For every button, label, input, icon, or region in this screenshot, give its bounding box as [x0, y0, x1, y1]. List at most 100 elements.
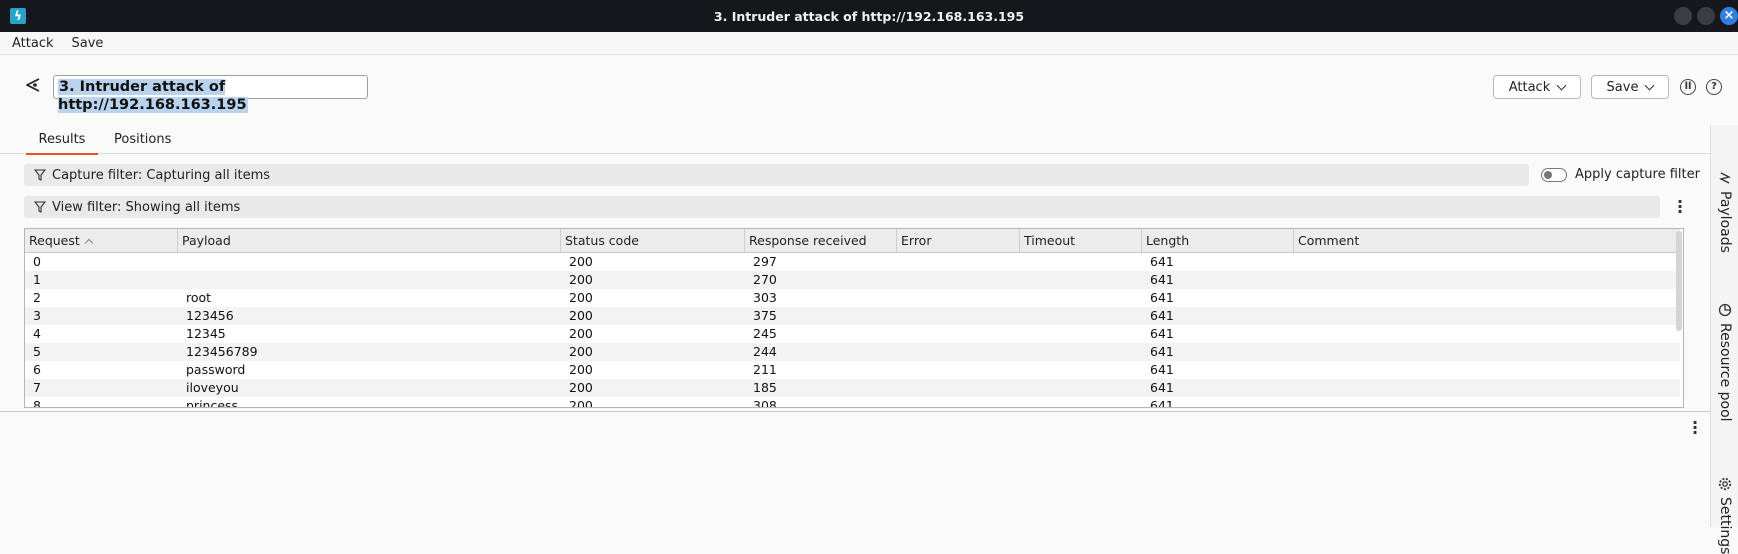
payloads-icon — [1718, 172, 1732, 184]
table-row[interactable]: 8 princess 200 308 641 — [25, 397, 1680, 408]
cell-comment — [1294, 307, 1302, 325]
cell-comment — [1294, 271, 1302, 289]
cell-error — [897, 361, 905, 379]
column-header-comment[interactable]: Comment — [1294, 229, 1680, 253]
cell-timeout — [1020, 343, 1028, 361]
cell-payload — [178, 271, 186, 289]
menu-attack[interactable]: Attack — [12, 36, 54, 51]
right-sidebar: Payloads Resource pool Settings — [1710, 125, 1738, 554]
more-options-icon[interactable]: · · · — [1692, 415, 1698, 441]
cell-length: 641 — [1150, 362, 1174, 377]
column-header-response-received[interactable]: Response received — [745, 229, 897, 253]
cell-request: 6 — [33, 362, 41, 377]
cell-error — [897, 253, 905, 271]
table-scrollbar[interactable] — [1676, 231, 1682, 331]
sidebar-tab-payloads[interactable]: Payloads — [1717, 191, 1733, 253]
burp-lightning-icon: ϟ — [10, 8, 26, 24]
cell-error — [897, 271, 905, 289]
cell-error — [897, 307, 905, 325]
column-header-request[interactable]: Request — [25, 229, 178, 253]
table-row[interactable]: 4 12345 200 245 641 — [25, 325, 1680, 343]
cell-received: 375 — [753, 308, 777, 323]
cell-timeout — [1020, 379, 1028, 397]
table-row[interactable]: 5 123456789 200 244 641 — [25, 343, 1680, 361]
cell-status: 200 — [569, 308, 593, 323]
cell-received: 297 — [753, 254, 777, 269]
back-arrow-icon[interactable] — [24, 76, 42, 94]
cell-comment — [1294, 289, 1302, 307]
view-filter-bar[interactable]: View filter: Showing all items — [24, 196, 1660, 218]
gear-icon — [1718, 477, 1732, 491]
cell-request: 4 — [33, 326, 41, 341]
table-row[interactable]: 1 200 270 641 — [25, 271, 1680, 289]
minimize-button[interactable] — [1674, 7, 1692, 25]
capture-filter-label: Capture filter: Capturing all items — [52, 167, 271, 183]
column-header-timeout[interactable]: Timeout — [1020, 229, 1142, 253]
cell-comment — [1294, 379, 1302, 397]
funnel-icon — [34, 169, 46, 181]
table-row[interactable]: 0 200 297 641 — [25, 253, 1680, 271]
cell-comment — [1294, 325, 1302, 343]
pause-icon[interactable]: ll — [1680, 79, 1696, 95]
column-header-error[interactable]: Error — [897, 229, 1020, 253]
cell-payload: 123456789 — [186, 344, 258, 359]
cell-timeout — [1020, 289, 1028, 307]
cell-received: 244 — [753, 344, 777, 359]
cell-timeout — [1020, 325, 1028, 343]
cell-received: 270 — [753, 272, 777, 287]
sidebar-tab-resource-pool[interactable]: Resource pool — [1717, 323, 1733, 422]
cell-request: 7 — [33, 380, 41, 395]
more-options-icon[interactable]: · · · — [1677, 194, 1683, 220]
table-row[interactable]: 2 root 200 303 641 — [25, 289, 1680, 307]
tab-positions[interactable]: Positions — [114, 132, 171, 153]
attack-dropdown-button[interactable]: Attack — [1493, 75, 1581, 99]
attack-button-label: Attack — [1508, 79, 1551, 95]
cell-length: 641 — [1150, 254, 1174, 269]
cell-payload: princess — [186, 398, 239, 408]
cell-timeout — [1020, 397, 1028, 407]
cell-request: 8 — [33, 398, 41, 408]
column-header-length[interactable]: Length — [1142, 229, 1294, 253]
tab-results[interactable]: Results — [26, 132, 98, 155]
close-window-button[interactable]: × — [1720, 7, 1738, 25]
cell-request: 0 — [33, 254, 41, 269]
save-button-label: Save — [1606, 79, 1639, 95]
cell-payload: 123456 — [186, 308, 234, 323]
cell-length: 641 — [1150, 272, 1174, 287]
capture-filter-bar[interactable]: Capture filter: Capturing all items — [24, 164, 1529, 186]
sort-ascending-icon — [84, 238, 94, 248]
column-header-status-code[interactable]: Status code — [561, 229, 745, 253]
pie-chart-icon — [1718, 303, 1732, 317]
cell-payload: password — [186, 362, 246, 377]
cell-request: 5 — [33, 344, 41, 359]
cell-timeout — [1020, 271, 1028, 289]
cell-status: 200 — [569, 380, 593, 395]
maximize-button[interactable] — [1697, 7, 1715, 25]
funnel-icon — [34, 201, 46, 213]
table-row[interactable]: 3 123456 200 375 641 — [25, 307, 1680, 325]
cell-received: 185 — [753, 380, 777, 395]
apply-capture-filter-toggle[interactable] — [1541, 168, 1567, 182]
menu-bar: Attack Save — [0, 32, 1738, 55]
save-dropdown-button[interactable]: Save — [1591, 75, 1669, 99]
attack-title-text: 3. Intruder attack of http://192.168.163… — [58, 79, 248, 113]
cell-status: 200 — [569, 272, 593, 287]
cell-status: 200 — [569, 362, 593, 377]
cell-comment — [1294, 253, 1302, 271]
panel-splitter[interactable] — [0, 411, 1710, 412]
table-row[interactable]: 6 password 200 211 641 — [25, 361, 1680, 379]
sidebar-tab-settings[interactable]: Settings — [1717, 497, 1733, 554]
cell-length: 641 — [1150, 398, 1174, 408]
cell-comment — [1294, 343, 1302, 361]
cell-status: 200 — [569, 254, 593, 269]
menu-save[interactable]: Save — [72, 36, 104, 51]
cell-payload: iloveyou — [186, 380, 239, 395]
cell-status: 200 — [569, 398, 593, 408]
attack-title-field[interactable]: 3. Intruder attack of http://192.168.163… — [53, 75, 368, 113]
window-titlebar: ϟ 3. Intruder attack of http://192.168.1… — [0, 0, 1738, 32]
help-icon[interactable]: ? — [1706, 79, 1722, 95]
cell-error — [897, 343, 905, 361]
cell-status: 200 — [569, 290, 593, 305]
column-header-payload[interactable]: Payload — [178, 229, 561, 253]
table-row[interactable]: 7 iloveyou 200 185 641 — [25, 379, 1680, 397]
